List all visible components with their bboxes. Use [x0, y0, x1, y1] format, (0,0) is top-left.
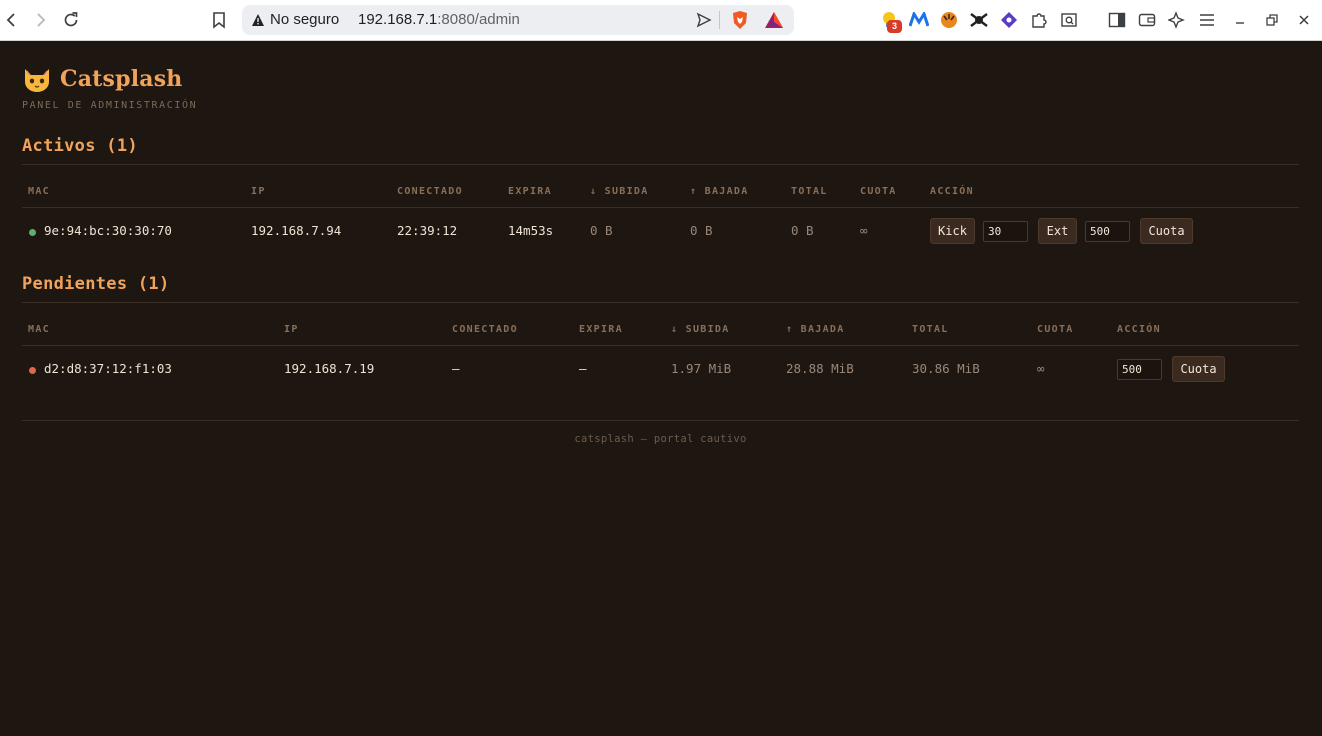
col-total: TOTAL: [791, 186, 828, 197]
brave-rewards-icon[interactable]: [764, 11, 784, 29]
table-row: d2:d8:37:12:f1:03 192.168.7.19 — — 1.97 …: [22, 349, 1299, 385]
wallet-icon[interactable]: [1136, 9, 1158, 31]
bookmark-button[interactable]: [207, 8, 231, 32]
col-mac: MAC: [28, 324, 50, 335]
restore-icon[interactable]: [1261, 9, 1283, 31]
cell-quota: ∞: [860, 223, 868, 238]
menu-icon[interactable]: [1196, 9, 1218, 31]
col-upload: ↓ SUBIDA: [590, 186, 649, 197]
status-dot-pending: [29, 367, 36, 374]
page-title: Catsplash: [60, 66, 183, 92]
col-mac: MAC: [28, 186, 50, 197]
footer-divider: [22, 420, 1299, 421]
reload-icon: [64, 12, 78, 27]
col-download: ↑ BAJADA: [786, 324, 845, 335]
cell-upload: 1.97 MiB: [671, 361, 732, 376]
active-table-header: MAC IP CONECTADO EXPIRA ↓ SUBIDA ↑ BAJAD…: [22, 186, 1299, 200]
cell-download: 28.88 MiB: [786, 361, 854, 376]
cell-total: 0 B: [791, 223, 814, 238]
brand: Catsplash: [22, 65, 183, 93]
kick-button[interactable]: Kick: [930, 218, 975, 244]
extension-diamond-icon[interactable]: [998, 9, 1020, 31]
col-connected: CONECTADO: [397, 186, 463, 197]
back-arrow-icon: [6, 13, 15, 27]
sidebar-toggle-icon[interactable]: [1106, 9, 1128, 31]
active-section-divider: [22, 164, 1299, 165]
quota-button[interactable]: Cuota: [1172, 356, 1225, 382]
quota-input[interactable]: [1085, 221, 1130, 242]
address-bar[interactable]: No seguro 192.168.7.1:8080/admin: [242, 5, 794, 35]
url-host: 192.168.7.1: [358, 11, 438, 28]
active-header-divider: [22, 207, 1299, 208]
pending-table-header: MAC IP CONECTADO EXPIRA ↓ SUBIDA ↑ BAJAD…: [22, 324, 1299, 338]
col-expires: EXPIRA: [508, 186, 552, 197]
page-subtitle: PANEL DE ADMINISTRACIÓN: [22, 100, 198, 111]
cell-connected: 22:39:12: [397, 223, 458, 238]
minimize-icon[interactable]: [1229, 9, 1251, 31]
leo-ai-icon[interactable]: [1166, 9, 1188, 31]
col-action: ACCIÓN: [930, 186, 974, 197]
page-search-icon[interactable]: [1058, 9, 1080, 31]
url-text[interactable]: 192.168.7.1:8080/admin: [358, 11, 520, 28]
extension-ninja-icon[interactable]: [968, 9, 990, 31]
col-total: TOTAL: [912, 324, 949, 335]
pending-section-title: Pendientes (1): [22, 274, 170, 294]
cell-mac: d2:d8:37:12:f1:03: [44, 361, 172, 376]
extension-badge: 3: [887, 20, 902, 33]
cell-expires: —: [579, 361, 587, 376]
pending-header-divider: [22, 345, 1299, 346]
cell-ip: 192.168.7.94: [251, 223, 342, 238]
extension-m-icon[interactable]: [908, 9, 930, 31]
active-section-title: Activos (1): [22, 136, 138, 156]
url-path: :8080/admin: [437, 11, 520, 28]
cat-icon: [25, 69, 49, 92]
cell-mac: 9e:94:bc:30:30:70: [44, 223, 172, 238]
cell-ip: 192.168.7.19: [284, 361, 375, 376]
col-action: ACCIÓN: [1117, 324, 1161, 335]
send-icon[interactable]: [696, 12, 712, 28]
extensions-puzzle-icon[interactable]: [1028, 9, 1050, 31]
forward-arrow-icon: [37, 13, 46, 27]
col-upload: ↓ SUBIDA: [671, 324, 730, 335]
warning-icon: [252, 14, 264, 26]
status-dot-active: [29, 229, 36, 236]
table-row: 9e:94:bc:30:30:70 192.168.7.94 22:39:12 …: [22, 211, 1299, 247]
brave-shield-icon[interactable]: [731, 10, 749, 30]
extend-minutes-input[interactable]: [983, 221, 1028, 242]
col-quota: CUOTA: [860, 186, 897, 197]
url-divider: [719, 11, 720, 29]
col-ip: IP: [284, 324, 299, 335]
footer-text: catsplash — portal cautivo: [574, 433, 747, 445]
browser-toolbar: No seguro 192.168.7.1:8080/admin 3: [0, 0, 1322, 41]
cell-expires: 14m53s: [508, 223, 554, 238]
cell-upload: 0 B: [590, 223, 613, 238]
quota-button[interactable]: Cuota: [1140, 218, 1193, 244]
cell-connected: —: [452, 361, 460, 376]
forward-button[interactable]: [28, 8, 52, 32]
pending-section-divider: [22, 302, 1299, 303]
quota-input[interactable]: [1117, 359, 1162, 380]
reload-button[interactable]: [59, 8, 83, 32]
close-icon[interactable]: [1293, 9, 1315, 31]
cell-total: 30.86 MiB: [912, 361, 980, 376]
cell-quota: ∞: [1037, 361, 1045, 376]
col-ip: IP: [251, 186, 266, 197]
extension-tiger-icon[interactable]: [938, 9, 960, 31]
col-quota: CUOTA: [1037, 324, 1074, 335]
col-connected: CONECTADO: [452, 324, 518, 335]
col-download: ↑ BAJADA: [690, 186, 749, 197]
cell-download: 0 B: [690, 223, 713, 238]
extend-button[interactable]: Ext: [1038, 218, 1077, 244]
security-status[interactable]: No seguro: [270, 11, 339, 28]
back-button[interactable]: [0, 8, 24, 32]
col-expires: EXPIRA: [579, 324, 623, 335]
bookmark-icon: [213, 12, 225, 29]
